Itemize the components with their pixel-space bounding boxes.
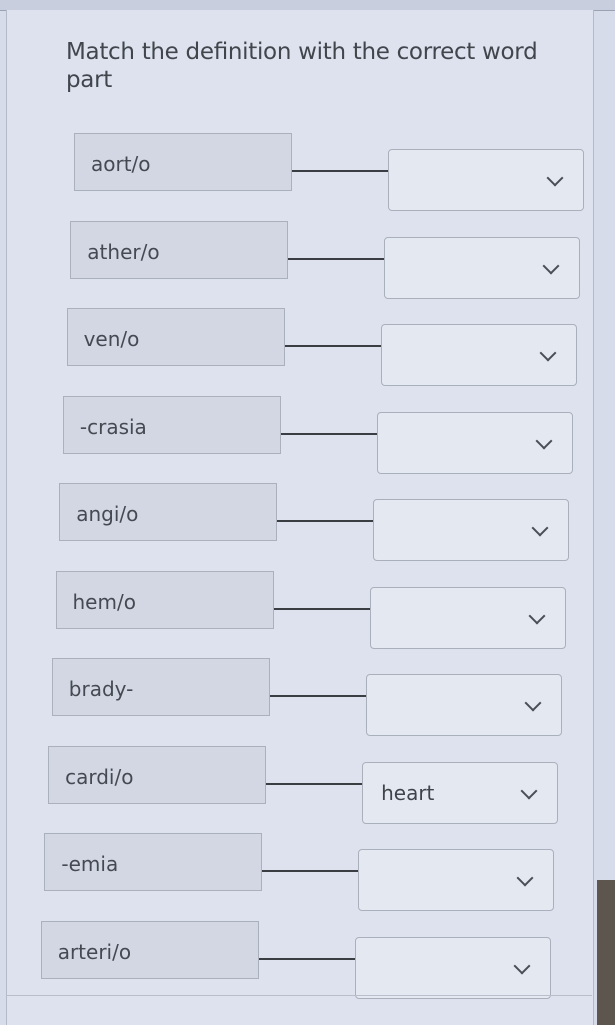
term-label: hem/o: [72, 589, 136, 614]
connector-line: [262, 870, 359, 872]
dropdown-value: heart: [381, 780, 435, 805]
term-box: ven/o: [66, 308, 285, 366]
term-box: cardi/o: [48, 745, 267, 804]
term-label: aort/o: [91, 152, 151, 176]
chevron-down-icon[interactable]: [531, 519, 549, 537]
term-box: aort/o: [74, 133, 292, 191]
term-box: angi/o: [59, 483, 278, 541]
chevron-down-icon[interactable]: [520, 782, 538, 799]
term-label: ven/o: [83, 327, 140, 351]
chevron-down-icon[interactable]: [516, 869, 534, 887]
connector-line: [280, 432, 377, 435]
chevron-down-icon[interactable]: [535, 432, 553, 449]
connector-line: [284, 345, 381, 347]
chevron-down-icon[interactable]: [528, 607, 545, 624]
chevron-down-icon[interactable]: [539, 344, 557, 362]
term-box: -emia: [44, 833, 263, 891]
definition-dropdown[interactable]: [376, 411, 573, 474]
term-box: brady-: [51, 658, 270, 716]
divider: [6, 995, 592, 996]
chevron-down-icon[interactable]: [524, 694, 542, 712]
chevron-down-icon[interactable]: [542, 257, 560, 274]
definition-dropdown[interactable]: [354, 936, 551, 999]
term-box: -crasia: [62, 395, 281, 454]
connector-line: [277, 520, 374, 522]
match-row: ather/o: [70, 220, 590, 299]
term-box: arteri/o: [40, 920, 259, 979]
definition-dropdown[interactable]: [369, 586, 566, 649]
term-label: arteri/o: [57, 939, 132, 964]
match-row: -crasia: [62, 395, 583, 474]
connector-line: [266, 782, 363, 785]
term-label: brady-: [68, 677, 134, 701]
match-row: cardi/o heart: [48, 745, 568, 824]
term-label: angi/o: [76, 502, 139, 526]
definition-dropdown[interactable]: [358, 849, 555, 911]
term-box: ather/o: [70, 220, 289, 279]
match-row: ven/o: [66, 308, 587, 386]
connector-line: [288, 257, 385, 260]
match-row: brady-: [51, 658, 572, 736]
definition-dropdown[interactable]: [365, 674, 562, 736]
connector-line: [273, 607, 370, 610]
term-label: cardi/o: [65, 764, 134, 789]
connector-line: [269, 695, 366, 697]
definition-dropdown[interactable]: [384, 236, 581, 299]
match-row: aort/o: [74, 133, 594, 211]
definition-dropdown[interactable]: heart: [362, 761, 559, 824]
match-row: -emia: [44, 833, 564, 911]
term-label: -emia: [61, 852, 119, 876]
match-row: arteri/o: [40, 920, 561, 999]
connector-line: [292, 170, 388, 172]
question-title: Match the deﬁnition with the correct wor…: [66, 39, 538, 93]
term-box: hem/o: [55, 570, 274, 629]
chevron-down-icon[interactable]: [513, 957, 531, 974]
definition-dropdown[interactable]: [380, 324, 577, 386]
background-edge: [597, 880, 615, 1025]
definition-dropdown[interactable]: [373, 499, 570, 561]
definition-dropdown[interactable]: [388, 149, 584, 211]
term-label: ather/o: [87, 239, 160, 264]
chevron-down-icon[interactable]: [546, 169, 564, 187]
match-row: hem/o: [55, 570, 576, 649]
connector-line: [258, 957, 355, 960]
term-label: -crasia: [79, 414, 147, 439]
match-row: angi/o: [59, 483, 579, 561]
